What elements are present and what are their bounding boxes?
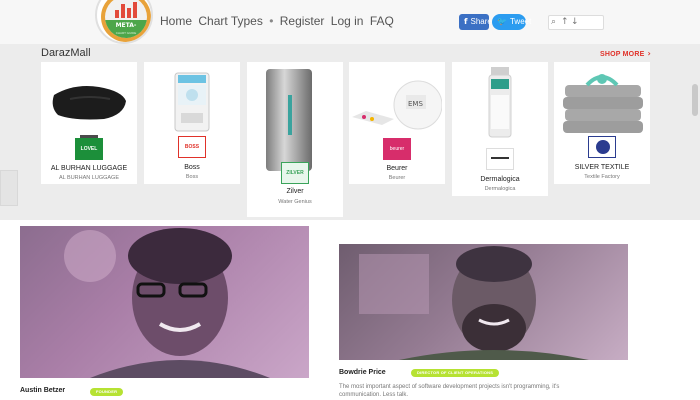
brand-badge-text: LOVEL: [80, 146, 98, 152]
nav-chart-types[interactable]: Chart Types: [198, 14, 262, 28]
twitter-tweet-label: Tweet: [509, 17, 532, 26]
twitter-tweet-button[interactable]: 🐦 Tweet: [492, 14, 531, 30]
team-photo-austin: [20, 226, 309, 378]
brand-badge: beurer: [383, 138, 411, 160]
product-image: [455, 65, 545, 139]
main-nav: Home Chart Types • Register Log in FAQ: [160, 14, 397, 28]
brand-badge-text: ZILVER: [286, 170, 304, 176]
search-icon: ⌕: [551, 17, 557, 27]
brand-name: Beurer: [386, 165, 408, 172]
nav-home[interactable]: Home: [160, 14, 192, 28]
product-image: [44, 65, 134, 139]
brand-card[interactable]: EMS beurer Beurer Beurer: [349, 62, 445, 184]
logo-text: META-: [115, 22, 137, 29]
team-section: Austin Betzer FOUNDER Bowdrie Price DIRE…: [0, 220, 700, 400]
nav-login[interactable]: Log in: [331, 14, 364, 28]
facebook-icon: f: [464, 17, 468, 26]
role-badge-austin: FOUNDER: [90, 388, 124, 396]
site-logo[interactable]: META- CHART GUIDE: [95, 0, 153, 44]
search-input[interactable]: ⌕ ↑ ↓: [548, 15, 604, 30]
team-photo-bowdrie: [339, 244, 628, 360]
logo-subtext: CHART GUIDE: [115, 31, 137, 35]
brand-name: AL BURHAN LUGGAGE: [50, 165, 128, 172]
brand-name: Zilver: [286, 188, 304, 195]
brand-badge-text: BOSS: [184, 144, 200, 150]
team-name-bowdrie: Bowdrie Price: [339, 369, 386, 376]
role-badge-bowdrie: DIRECTOR OF CLIENT OPERATIONS: [411, 369, 500, 377]
team-quote: The most important aspect of software de…: [339, 384, 560, 398]
brand-subtitle: AL BURHAN LUGGAGE: [58, 175, 119, 181]
chevron-right-icon: ›: [647, 49, 651, 58]
shop-more-label: SHOP MORE: [600, 51, 645, 58]
brand-badge: BOSS: [178, 136, 206, 158]
brand-name: Boss: [184, 164, 200, 171]
brand-badge: [588, 136, 616, 158]
darazmall-section: DarazMall SHOP MORE › LOVEL AL BURHAN LUG…: [0, 44, 700, 220]
twitter-icon: 🐦: [497, 17, 507, 26]
brand-card[interactable]: Dermalogica Dermalogica: [452, 62, 548, 196]
section-title: DarazMall: [41, 47, 91, 59]
team-name-austin: Austin Betzer: [20, 387, 66, 394]
top-header: META- CHART GUIDE Home Chart Types • Reg…: [0, 0, 700, 44]
product-image: [250, 65, 340, 175]
product-image: EMS: [352, 65, 443, 139]
svg-text:EMS: EMS: [408, 100, 423, 108]
brand-subtitle: Dermalogica: [484, 186, 516, 192]
brand-badge: LOVEL: [75, 138, 103, 160]
brand-card[interactable]: BOSS Boss Boss: [144, 62, 240, 184]
brand-card[interactable]: SILVER TEXTILE Textile Factory: [554, 62, 650, 184]
nav-separator: •: [269, 14, 274, 28]
brand-subtitle: Beurer: [388, 175, 406, 181]
brand-card[interactable]: ZILVER Zilver Water Genius: [247, 62, 343, 217]
brand-name: SILVER TEXTILE: [574, 164, 630, 171]
brand-name: Dermalogica: [480, 176, 520, 183]
brand-badge-text: beurer: [389, 146, 405, 152]
arrow-up-icon: ↑: [561, 17, 569, 27]
facebook-share-button[interactable]: f Share: [459, 14, 492, 30]
product-image: [147, 65, 237, 139]
nav-faq[interactable]: FAQ: [370, 14, 394, 28]
side-tab[interactable]: [0, 170, 18, 206]
product-image: [557, 65, 647, 139]
brand-subtitle: Boss: [185, 174, 199, 180]
brand-badge: [486, 148, 514, 170]
brand-subtitle: Water Genius: [278, 199, 312, 205]
brand-badge: ZILVER: [281, 162, 309, 184]
facebook-share-label: Share: [470, 17, 492, 26]
chart-logo-icon: [115, 2, 137, 18]
brand-card[interactable]: LOVEL AL BURHAN LUGGAGE AL BURHAN LUGGAG…: [41, 62, 137, 184]
page: META- CHART GUIDE Home Chart Types • Reg…: [0, 0, 700, 400]
brand-subtitle: Textile Factory: [584, 174, 620, 180]
shop-more-link[interactable]: SHOP MORE ›: [600, 49, 651, 58]
page-scrollbar[interactable]: [692, 84, 698, 116]
nav-register[interactable]: Register: [280, 14, 325, 28]
arrow-down-icon: ↓: [571, 17, 579, 27]
